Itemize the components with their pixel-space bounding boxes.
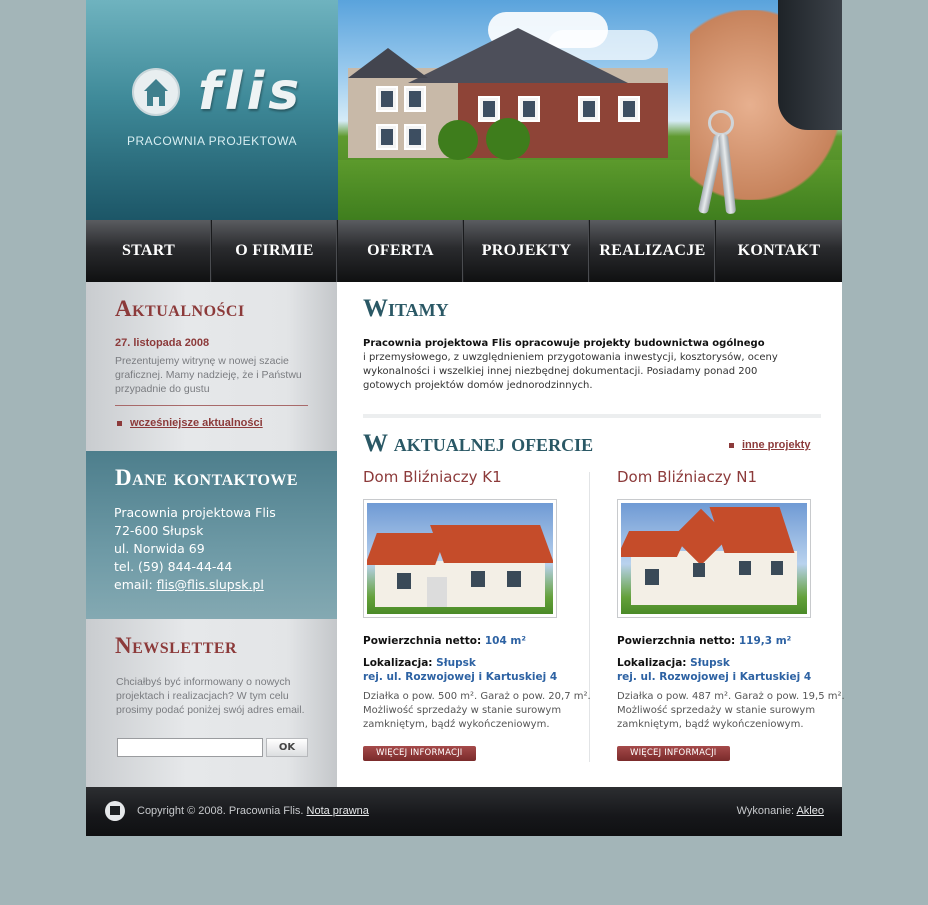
nav-projekty[interactable]: PROJEKTY [464, 220, 590, 282]
nav-start[interactable]: START [86, 220, 212, 282]
offers-title: W aktualnej ofercie [363, 430, 594, 457]
contact-phone: tel. (59) 844-44-44 [114, 559, 233, 574]
header: flis PRACOWNIA PROJEKTOWA [86, 0, 842, 220]
newsletter-title: Newsletter [115, 633, 238, 658]
contact-box: Dane kontaktowe Pracownia projektowa Fli… [86, 451, 337, 619]
bullet-icon [729, 442, 734, 448]
logo[interactable]: flis PRACOWNIA PROJEKTOWA [86, 0, 338, 220]
contact-city: 72-600 Słupsk [114, 523, 204, 538]
contact-street: ul. Norwida 69 [114, 541, 205, 556]
offer-description: Działka o pow. 500 m². Garaż o pow. 20,7… [363, 691, 591, 730]
house-logo-icon [132, 68, 180, 116]
keys-icon [696, 110, 746, 220]
divider [115, 405, 308, 406]
copyright: Copyright © 2008. Pracownia Flis. Nota p… [137, 805, 369, 817]
logo-subtitle: PRACOWNIA PROJEKTOWA [126, 134, 298, 148]
other-projects-link[interactable]: inne projekty [729, 439, 810, 451]
logo-text: flis [198, 62, 304, 122]
news-title: Aktualności [115, 296, 245, 321]
newsletter-box: Newsletter Chciałbyś być informowany o n… [86, 619, 337, 787]
intro-text: Pracownia projektowa Flis opracowuje pro… [363, 338, 778, 391]
nav-kontakt[interactable]: KONTAKT [716, 220, 842, 282]
offer-photo[interactable] [363, 499, 557, 618]
footer: Copyright © 2008. Pracownia Flis. Nota p… [86, 787, 842, 836]
more-info-button[interactable]: WIĘCEJ INFORMACJI [617, 746, 730, 761]
news-text: Prezentujemy witrynę w nowej szacie graf… [115, 355, 302, 395]
newsletter-text: Chciałbyś być informowany o nowych proje… [116, 676, 305, 716]
offer-name[interactable]: Dom Bliźniaczy N1 [617, 468, 847, 486]
welcome-title: Witamy [363, 295, 449, 322]
older-news-link[interactable]: wcześniejsze aktualności [117, 417, 263, 429]
offer-area: Powierzchnia netto: 119,3 m² [617, 635, 792, 647]
hero-image [338, 0, 842, 220]
nav-o-firmie[interactable]: O FIRMIE [212, 220, 338, 282]
offer-card: Dom Bliźniaczy N1 Powierzchnia netto: 11… [617, 468, 847, 761]
offer-location: Lokalizacja: Słupsk rej. ul. Rozwojowej … [617, 657, 812, 683]
page: flis PRACOWNIA PROJEKTOWA START O FIRMIE… [86, 0, 845, 836]
house-logo-icon [105, 801, 125, 821]
offer-photo[interactable] [617, 499, 811, 618]
newsletter-email-input[interactable] [117, 738, 263, 757]
sidebar: Aktualności 27. listopada 2008 Prezentuj… [86, 282, 337, 787]
akleo-link[interactable]: Akleo [796, 805, 824, 817]
more-info-button[interactable]: WIĘCEJ INFORMACJI [363, 746, 476, 761]
news-box: Aktualności 27. listopada 2008 Prezentuj… [86, 282, 337, 451]
offer-name[interactable]: Dom Bliźniaczy K1 [363, 468, 593, 486]
offer-card: Dom Bliźniaczy K1 Powierzchnia netto: 10… [363, 468, 593, 761]
news-date: 27. listopada 2008 [115, 337, 210, 349]
legal-note-link[interactable]: Nota prawna [307, 805, 369, 817]
contact-title: Dane kontaktowe [115, 465, 299, 490]
newsletter-ok-button[interactable]: OK [266, 738, 308, 757]
divider [363, 414, 821, 418]
offer-area: Powierzchnia netto: 104 m² [363, 635, 526, 647]
offer-location: Lokalizacja: Słupsk rej. ul. Rozwojowej … [363, 657, 558, 683]
contact-company: Pracownia projektowa Flis [114, 505, 276, 520]
main-content: Witamy Pracownia projektowa Flis opracow… [337, 282, 845, 787]
nav-oferta[interactable]: OFERTA [338, 220, 464, 282]
offer-description: Działka o pow. 487 m². Garaż o pow. 19,5… [617, 691, 845, 730]
contact-details: Pracownia projektowa Flis 72-600 Słupsk … [114, 504, 276, 594]
nav-realizacje[interactable]: REALIZACJE [590, 220, 716, 282]
made-by: Wykonanie: Akleo [736, 805, 824, 817]
contact-email-link[interactable]: flis@flis.slupsk.pl [157, 577, 264, 592]
bullet-icon [117, 420, 122, 426]
main-nav: START O FIRMIE OFERTA PROJEKTY REALIZACJ… [86, 220, 842, 282]
contact-email-row: email: flis@flis.slupsk.pl [114, 577, 264, 592]
